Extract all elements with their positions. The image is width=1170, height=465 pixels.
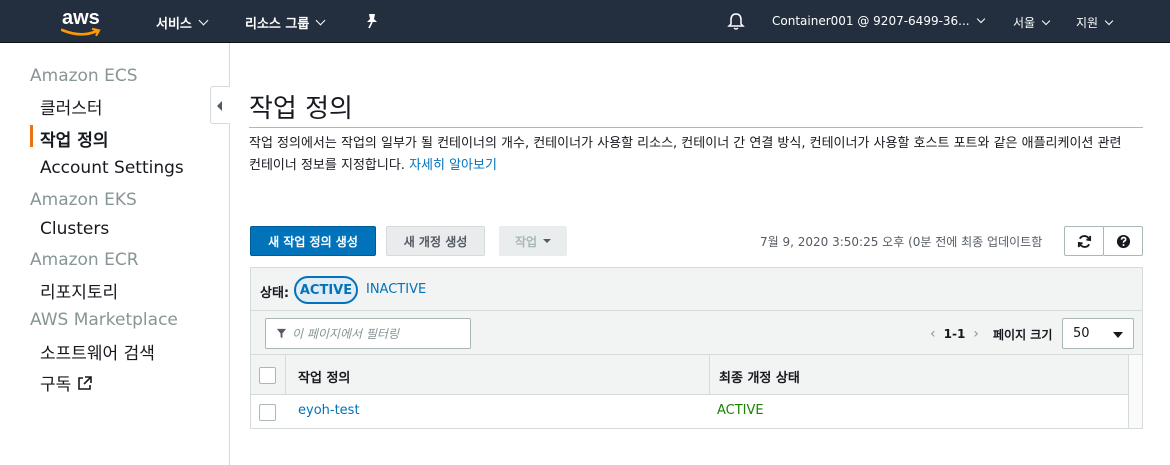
description-text: 작업 정의에서는 작업의 일부가 될 컨테이너의 개수, 컨테이너가 사용할 리…: [249, 136, 1122, 173]
support-menu[interactable]: 지원: [1076, 14, 1114, 31]
create-new-revision-button[interactable]: 새 개정 생성: [386, 226, 485, 256]
pagination: ‹ 1-1 ›: [930, 326, 979, 342]
help-button[interactable]: [1103, 226, 1143, 256]
page-size-select[interactable]: 50: [1062, 318, 1134, 349]
chevron-down-icon: [198, 15, 209, 26]
caret-down-icon: [1113, 332, 1123, 338]
resource-groups-menu[interactable]: 리소스 그룹: [245, 13, 326, 32]
actions-dropdown-button[interactable]: 작업: [499, 226, 567, 256]
sidebar-item-discover-software[interactable]: 소프트웨어 검색: [40, 339, 155, 364]
top-navigation-bar: aws 서비스 리소스 그룹 Container001 @ 9207-6499-…: [0, 0, 1170, 43]
title-divider: [249, 127, 1143, 128]
previous-page-icon[interactable]: ‹: [930, 326, 936, 342]
sidebar-heading-ecr: Amazon ECR: [30, 250, 139, 270]
status-filter-inactive[interactable]: INACTIVE: [366, 282, 426, 297]
account-menu[interactable]: Container001 @ 9207-6499-36...: [772, 14, 985, 28]
sidebar-heading-marketplace: AWS Marketplace: [30, 310, 178, 330]
chevron-down-icon: [315, 15, 326, 26]
column-header-task-definition[interactable]: 작업 정의: [298, 367, 350, 386]
refresh-button[interactable]: [1064, 226, 1104, 256]
sidebar-item-clusters[interactable]: 클러스터: [40, 94, 103, 119]
filter-toolbar: 상태: ACTIVE INACTIVE 이 페이지에서 필터링 ‹ 1-1 › …: [251, 268, 1142, 355]
page-size-label: 페이지 크기: [993, 328, 1053, 342]
column-separator: [285, 355, 286, 395]
aws-logo[interactable]: aws: [60, 7, 104, 37]
status-filter-active[interactable]: ACTIVE: [294, 276, 358, 304]
aws-smile-icon: [61, 28, 101, 37]
table-row: eyoh-test ACTIVE: [251, 396, 1142, 428]
chevron-down-icon: [1104, 16, 1114, 25]
sidebar: Amazon ECS 클러스터 작업 정의 Account Settings A…: [0, 43, 230, 465]
account-label: Container001 @ 9207-6499-36...: [772, 14, 970, 28]
filter-placeholder: 이 페이지에서 필터링: [292, 327, 399, 341]
services-label: 서비스: [156, 17, 192, 32]
page-size-value: 50: [1073, 326, 1090, 341]
region-menu[interactable]: 서울: [1013, 14, 1051, 31]
sidebar-item-eks-clusters[interactable]: Clusters: [40, 219, 109, 239]
filter-input[interactable]: 이 페이지에서 필터링: [265, 318, 471, 349]
select-all-checkbox[interactable]: [259, 367, 276, 384]
task-definition-link[interactable]: eyoh-test: [298, 403, 360, 418]
last-updated-text: 7월 9, 2020 3:50:25 오후 (0분 전에 최종 업데이트함: [760, 235, 1043, 249]
pin-icon[interactable]: [365, 13, 379, 29]
column-separator: [709, 355, 710, 395]
table-header: 작업 정의 최종 개정 상태: [251, 355, 1142, 395]
sidebar-item-subscriptions[interactable]: 구독: [40, 370, 93, 395]
support-label: 지원: [1076, 16, 1099, 30]
page-description: 작업 정의에서는 작업의 일부가 될 컨테이너의 개수, 컨테이너가 사용할 리…: [249, 133, 1129, 177]
sidebar-item-repositories[interactable]: 리포지토리: [40, 278, 118, 303]
column-header-latest-revision-status[interactable]: 최종 개정 상태: [719, 367, 800, 386]
resource-groups-label: 리소스 그룹: [245, 17, 310, 32]
external-link-icon: [78, 375, 93, 390]
toolbar-divider: [251, 310, 1142, 311]
create-task-definition-button[interactable]: 새 작업 정의 생성: [250, 226, 376, 256]
table-scroll-column: [1128, 355, 1142, 428]
aws-logo-text: aws: [62, 7, 100, 29]
page-title: 작업 정의: [249, 94, 353, 124]
filter-icon: [276, 328, 287, 339]
page-range: 1-1: [943, 327, 966, 341]
caret-down-icon: [543, 239, 552, 243]
services-menu[interactable]: 서비스: [156, 13, 209, 32]
bell-icon[interactable]: [727, 12, 745, 31]
sidebar-item-task-definitions[interactable]: 작업 정의: [40, 126, 108, 151]
next-page-icon[interactable]: ›: [973, 326, 979, 342]
sidebar-heading-eks: Amazon EKS: [30, 190, 137, 210]
region-label: 서울: [1013, 16, 1036, 30]
sidebar-collapse-toggle[interactable]: [210, 86, 230, 124]
subscriptions-label: 구독: [40, 375, 72, 395]
refresh-icon: [1077, 234, 1091, 248]
revision-status: ACTIVE: [717, 403, 764, 418]
task-definitions-table-panel: 상태: ACTIVE INACTIVE 이 페이지에서 필터링 ‹ 1-1 › …: [250, 267, 1143, 429]
sidebar-active-indicator: [30, 125, 33, 147]
sidebar-heading-ecs: Amazon ECS: [30, 66, 138, 86]
row-checkbox[interactable]: [259, 404, 276, 421]
learn-more-link[interactable]: 자세히 알아보기: [409, 158, 497, 173]
help-icon: [1116, 234, 1130, 248]
chevron-down-icon: [1041, 16, 1051, 25]
actions-label: 작업: [514, 234, 538, 249]
chevron-down-icon: [976, 14, 985, 24]
status-filter-label: 상태:: [260, 286, 290, 301]
sidebar-item-account-settings[interactable]: Account Settings: [40, 158, 184, 178]
